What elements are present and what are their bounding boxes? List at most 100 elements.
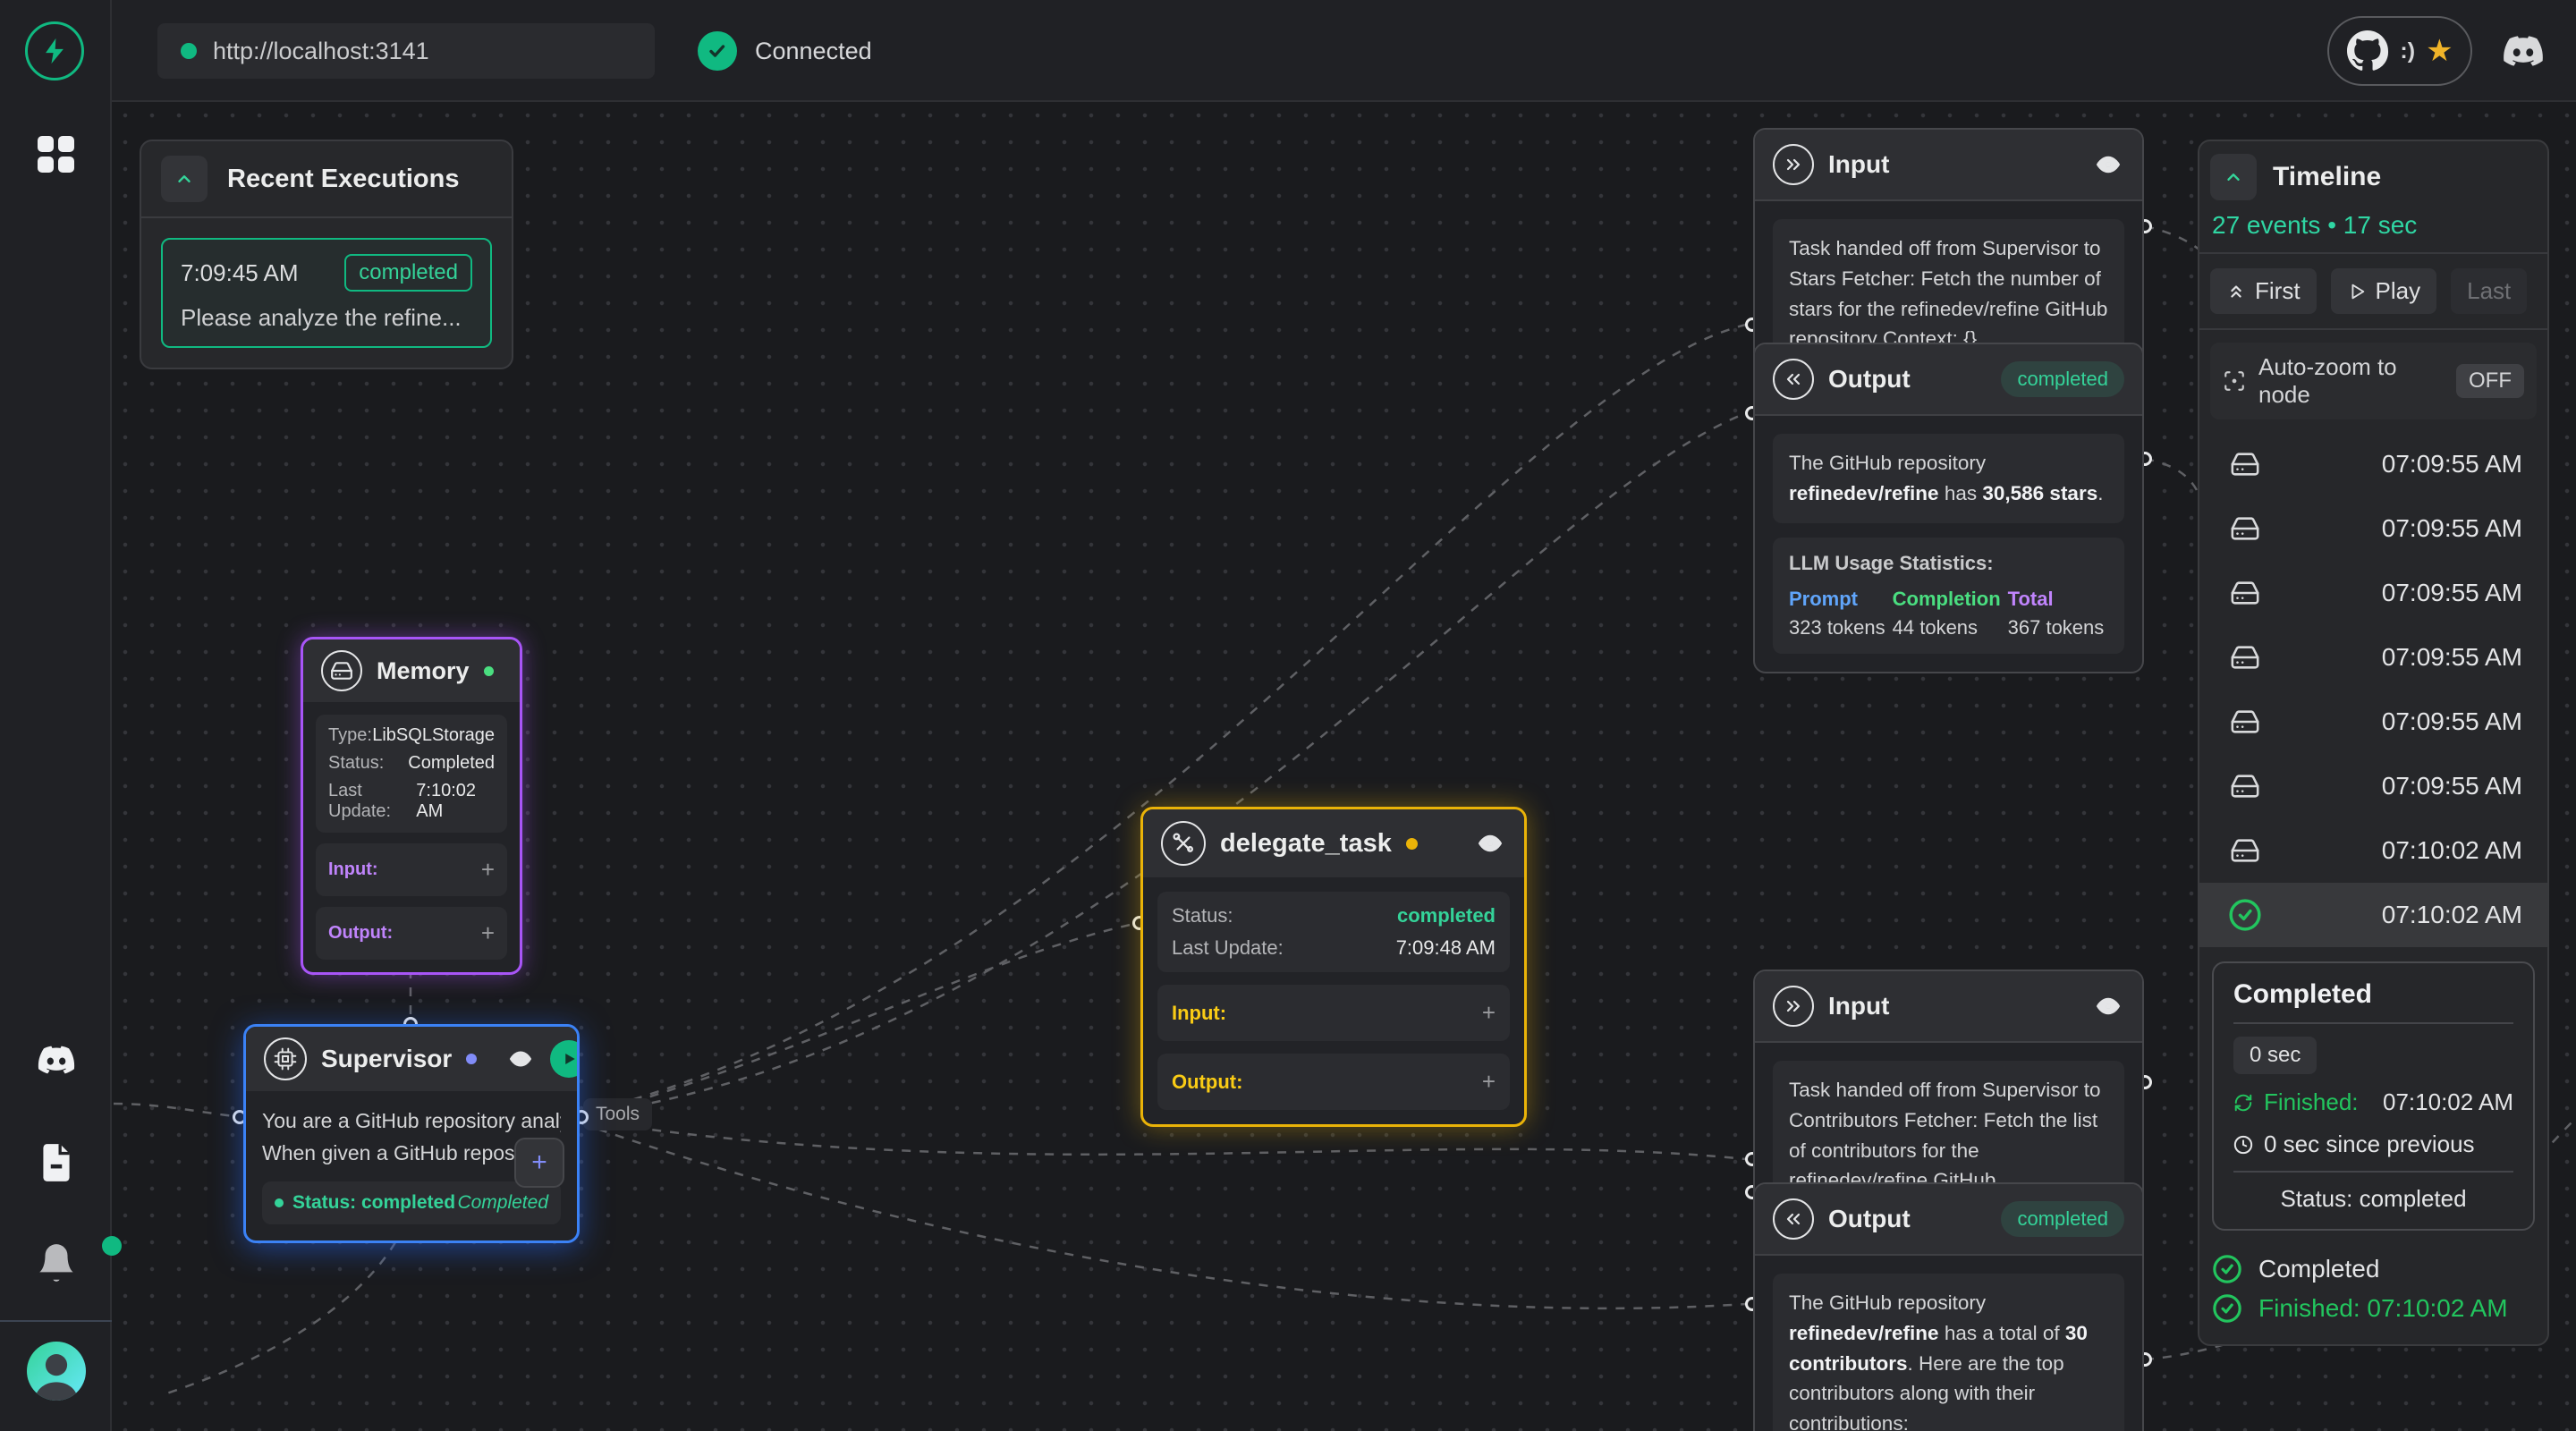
output-text: The GitHub repository refinedev/refine h…: [1773, 1274, 2124, 1431]
expand-instructions-button[interactable]: +: [514, 1138, 564, 1188]
connection-status-text: Connected: [755, 38, 872, 65]
memory-event-icon: [2228, 707, 2262, 737]
edge-label-tools: Tools: [583, 1098, 652, 1130]
collapse-button[interactable]: [161, 156, 208, 202]
llm-completion-stat: Completion44 tokens: [1893, 588, 2001, 639]
delegate-input-expander[interactable]: Input: +: [1157, 985, 1510, 1041]
delegate-status-dot: [1406, 838, 1418, 850]
memory-type-value: LibSQLStorage: [372, 725, 495, 746]
github-smile-text: :): [2400, 38, 2415, 64]
eye-icon[interactable]: [1474, 832, 1506, 855]
first-event-button[interactable]: First: [2210, 268, 2317, 314]
run-agent-button[interactable]: [550, 1040, 580, 1078]
github-star-button[interactable]: :) ★: [2327, 16, 2472, 86]
chevron-up-icon: [2224, 167, 2243, 187]
eye-icon[interactable]: [2092, 153, 2124, 176]
supervisor-node-title: Supervisor: [321, 1045, 452, 1073]
apps-menu-button[interactable]: [0, 136, 112, 173]
timeline-event[interactable]: 07:10:02 AM: [2199, 818, 2547, 883]
execution-time: 7:09:45 AM: [181, 259, 299, 287]
memory-status-label: Status:: [328, 753, 384, 774]
document-icon: [34, 1138, 79, 1188]
memory-status-value: Completed: [408, 753, 495, 774]
input-panel-title: Input: [1828, 150, 1889, 179]
notifications-button[interactable]: [34, 1240, 79, 1286]
expand-plus-icon: +: [1482, 999, 1496, 1027]
discord-icon: [30, 1039, 82, 1080]
output-panel-title: Output: [1828, 1205, 1911, 1233]
execution-preview: Please analyze the refine...: [181, 304, 472, 332]
delegate-output-expander[interactable]: Output: +: [1157, 1054, 1510, 1110]
output-status-badge: completed: [2001, 361, 2124, 397]
server-status-dot: [181, 43, 197, 59]
timeline-summary: 27 events • 17 sec: [2212, 211, 2537, 240]
docs-button[interactable]: [0, 1138, 112, 1188]
discord-link[interactable]: [2496, 29, 2551, 73]
notification-dot: [102, 1236, 122, 1256]
output-panel-title: Output: [1828, 365, 1911, 394]
sidebar-discord-link[interactable]: [0, 1039, 112, 1080]
delegate-output-label: Output:: [1172, 1071, 1242, 1094]
finished-value: 07:10:02 AM: [2383, 1088, 2513, 1116]
timeline-event[interactable]: 07:09:55 AM: [2199, 625, 2547, 690]
user-avatar[interactable]: [27, 1342, 86, 1401]
supervisor-instructions-line1: You are a GitHub repository analyzer.: [262, 1105, 561, 1138]
expand-plus-icon: +: [481, 856, 495, 884]
play-outline-icon: [2347, 282, 2367, 301]
timeline-panel: Timeline 27 events • 17 sec First Play L…: [2198, 140, 2549, 1346]
server-url-field[interactable]: http://localhost:3141: [157, 23, 655, 79]
last-event-button[interactable]: Last: [2451, 268, 2527, 314]
footer-finished-text: Finished: 07:10:02 AM: [2258, 1294, 2508, 1323]
timeline-event[interactable]: 07:09:55 AM: [2199, 432, 2547, 496]
refresh-icon: [2233, 1093, 2253, 1113]
check-circle-icon: [2212, 1293, 2242, 1324]
supervisor-status-bar: Status: completed Completed: [262, 1181, 561, 1224]
timeline-event[interactable]: 07:09:55 AM: [2199, 561, 2547, 625]
chevron-up-icon: [174, 169, 194, 189]
timeline-event[interactable]: 07:09:55 AM: [2199, 496, 2547, 561]
supervisor-node[interactable]: Supervisor You are a GitHub repository a…: [243, 1024, 580, 1243]
app-logo[interactable]: [25, 21, 84, 80]
timeline-event-selected[interactable]: 07:10:02 AM: [2199, 883, 2547, 947]
chevrons-up-icon: [2226, 282, 2246, 301]
recent-executions-header: Recent Executions: [141, 141, 512, 218]
memory-info: Type:LibSQLStorage Status:Completed Last…: [316, 715, 507, 833]
supervisor-status-text: Status: completed: [292, 1192, 455, 1214]
discord-icon: [2496, 29, 2551, 73]
footer-completed-text: Completed: [2258, 1255, 2379, 1283]
avatar-silhouette: [27, 1342, 86, 1401]
grid-icon: [38, 136, 74, 173]
memory-updated-value: 7:10:02 AM: [416, 781, 495, 822]
chevrons-left-icon: [1773, 1198, 1814, 1240]
timeline-event[interactable]: 07:09:55 AM: [2199, 690, 2547, 754]
llm-usage-box: LLM Usage Statistics: Prompt323 tokens C…: [1773, 538, 2124, 654]
delegate-task-node[interactable]: delegate_task Status:completed Last Upda…: [1140, 807, 1527, 1127]
memory-node[interactable]: Memory Type:LibSQLStorage Status:Complet…: [301, 637, 522, 975]
play-button[interactable]: Play: [2331, 268, 2437, 314]
lightning-icon: [39, 36, 70, 66]
tools-icon: [1161, 821, 1206, 866]
delegate-status-value: completed: [1397, 904, 1496, 927]
auto-zoom-toggle[interactable]: Auto-zoom to node OFF: [2210, 343, 2537, 419]
bell-icon: [34, 1240, 79, 1286]
auto-zoom-label: Auto-zoom to node: [2258, 353, 2444, 409]
supervisor-status-dot: [466, 1054, 477, 1064]
delegate-info: Status:completed Last Update:7:09:48 AM: [1157, 892, 1510, 972]
memory-node-header: Memory: [303, 639, 520, 702]
execution-card[interactable]: 7:09:45 AM completed Please analyze the …: [161, 238, 492, 348]
memory-input-expander[interactable]: Input: +: [316, 843, 507, 896]
github-icon: [2346, 30, 2389, 72]
output-panel-1: Output completed The GitHub repository r…: [1753, 343, 2144, 673]
memory-output-expander[interactable]: Output: +: [316, 907, 507, 960]
eye-icon[interactable]: [505, 1048, 536, 1070]
timeline-event[interactable]: 07:09:55 AM: [2199, 754, 2547, 818]
connected-check-icon: [698, 31, 737, 71]
memory-event-icon: [2228, 642, 2262, 673]
chevrons-right-icon: [1773, 144, 1814, 185]
eye-icon[interactable]: [2092, 995, 2124, 1018]
delegate-task-title: delegate_task: [1220, 829, 1392, 859]
clock-icon: [2233, 1135, 2253, 1155]
connection-status: Connected: [698, 23, 872, 79]
auto-zoom-state: OFF: [2456, 364, 2524, 398]
timeline-collapse-button[interactable]: [2210, 154, 2257, 200]
